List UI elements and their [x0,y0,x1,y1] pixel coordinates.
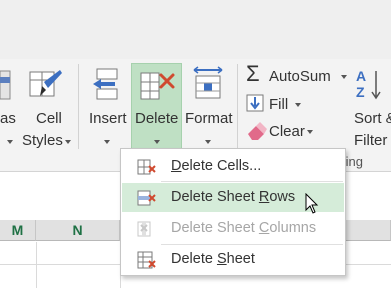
format-as-table-label: as [0,110,16,127]
insert-cells-icon [93,68,118,100]
autosum-label: AutoSum [269,68,331,85]
group-separator [237,64,238,149]
insert-label: Insert [89,110,127,127]
menu-item-delete-sheet[interactable]: Delete Sheet [122,245,344,274]
menu-label-pre: Delete [171,251,217,267]
fill-down-icon [246,94,264,112]
delete-label: Delete [135,110,179,127]
fill-label: Fill [269,96,289,113]
chevron-down-icon [104,140,110,144]
svg-text:Z: Z [356,84,365,100]
cell-styles-label-line1: Cell [36,110,62,127]
chevron-down-icon [205,140,211,144]
chevron-down-icon [65,140,71,144]
sort-filter-label-line2: Filter [354,132,388,149]
menu-item-delete-sheet-columns: Delete Sheet Columns [122,214,344,243]
menu-label-pre: Delete Sheet [171,189,259,205]
sort-filter-icon: A Z [356,68,381,100]
format-as-table-button[interactable]: as [0,63,20,158]
delete-rows-icon [137,190,156,206]
menu-item-delete-cells[interactable]: Delete Cells... [122,152,344,181]
delete-cells-icon [137,159,156,175]
menu-label-post: olumns [269,220,317,236]
cell-styles-button[interactable]: Cell Styles [20,63,72,158]
svg-text:A: A [356,68,366,84]
menu-label-pre: Delete Sheet [171,220,259,236]
menu-label-key: D [171,158,182,174]
column-header-m[interactable]: M [0,220,36,241]
sort-filter-label-line1: Sort & [354,110,391,127]
format-label: Format [185,110,233,127]
eraser-icon [248,122,267,140]
column-line [36,242,37,288]
fill-button[interactable]: Fill [243,92,323,116]
insert-button[interactable]: Insert [84,63,130,158]
chevron-down-icon [154,140,160,144]
delete-cells-icon [140,72,175,100]
menu-label-key: R [258,189,270,205]
menu-label-post: ows [269,189,296,205]
delete-sheet-icon [137,251,156,269]
menu-label-post: elete Cells... [181,158,262,174]
clear-button[interactable]: Clear [243,119,323,143]
menu-label-key: S [216,251,227,267]
format-cells-icon [193,66,223,99]
sort-filter-button[interactable]: A Z Sort & Filter [352,63,391,158]
chevron-down-icon [307,130,313,134]
format-button[interactable]: Format [183,63,233,158]
menu-label-post: heet [226,251,255,267]
delete-columns-icon [137,221,151,237]
clear-label: Clear [269,123,305,140]
delete-button[interactable]: Delete [131,63,182,158]
group-separator [78,64,79,149]
menu-separator [161,181,343,182]
chevron-down-icon [341,75,347,79]
chevron-down-icon [7,140,13,144]
chevron-down-icon [295,103,301,107]
format-as-table-icon [0,70,11,100]
menu-label-key: C [258,220,270,236]
autosum-button[interactable]: Σ AutoSum [243,61,353,88]
title-bar [0,0,391,59]
mouse-cursor-icon [305,193,319,214]
cell-styles-label-line2: Styles [22,132,63,149]
column-header-n[interactable]: N [36,220,120,241]
cell-styles-icon [29,70,62,97]
sigma-icon: Σ [246,61,260,86]
